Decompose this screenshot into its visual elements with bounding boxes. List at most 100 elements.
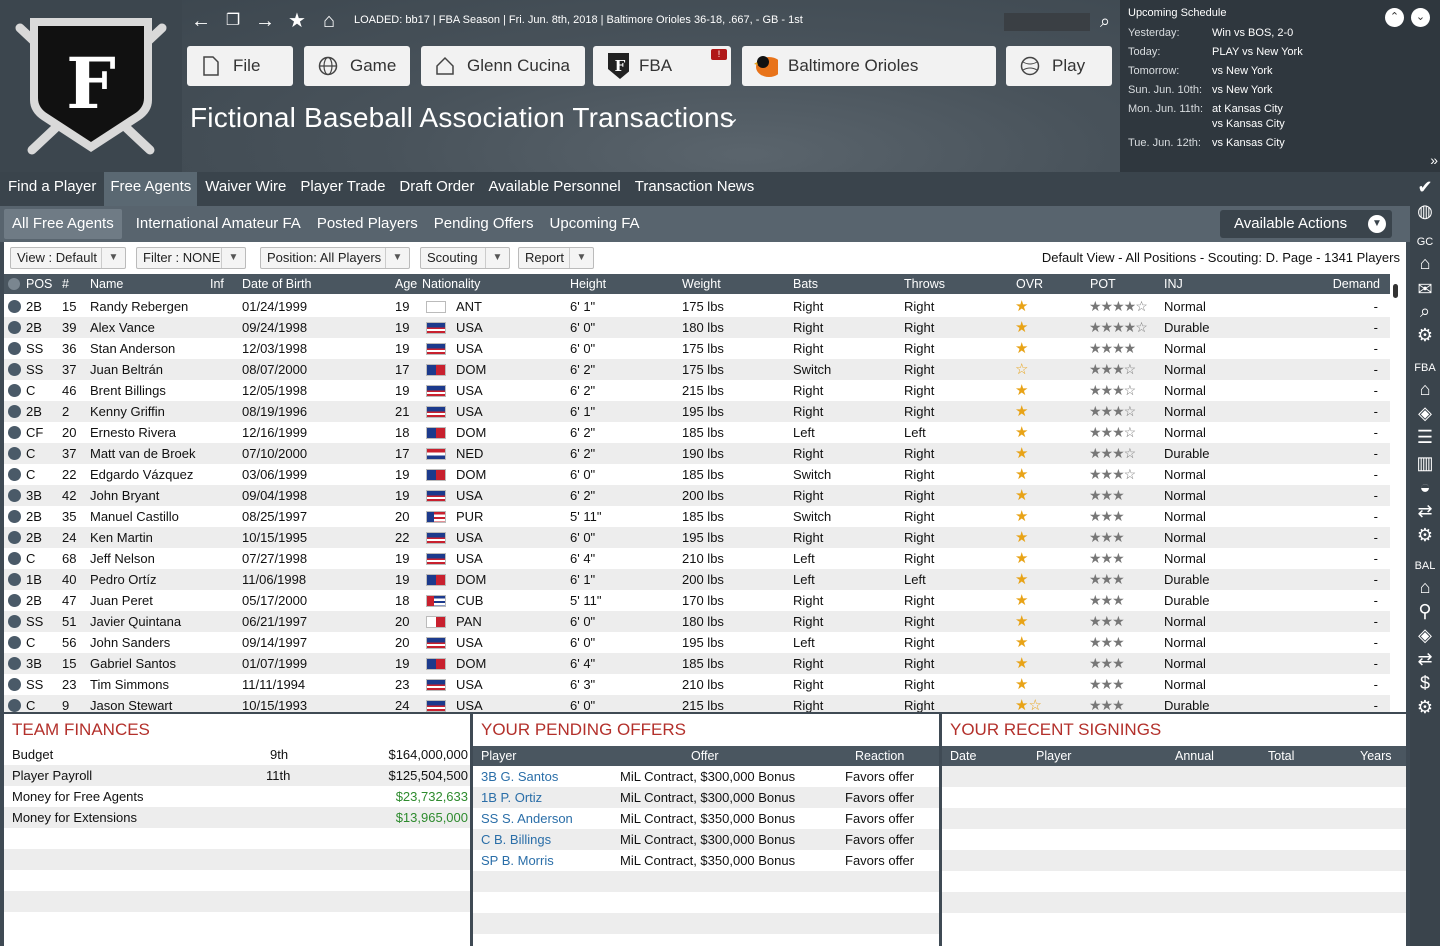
table-row[interactable]: C 9 Jason Stewart 10/15/1993 24 USA 6' 0" 215 l… — [4, 695, 1390, 712]
list-icon[interactable]: ☰ — [1412, 426, 1438, 448]
dollar-icon[interactable]: $ — [1412, 672, 1438, 694]
play-button[interactable]: Play — [1006, 46, 1112, 86]
cell-name[interactable]: John Bryant — [90, 488, 159, 503]
schedule-row[interactable]: Tomorrow: vs New York — [1128, 65, 1273, 77]
cell-name[interactable]: Stan Anderson — [90, 341, 175, 356]
cell-name[interactable]: Brent Billings — [90, 383, 166, 398]
tab-free-agents[interactable]: Free Agents — [104, 172, 198, 206]
col-name[interactable]: Name — [90, 277, 123, 291]
row-select-icon[interactable] — [8, 489, 21, 502]
row-select-icon[interactable] — [8, 531, 21, 544]
col-inf[interactable]: Inf — [210, 277, 224, 291]
col-weight[interactable]: Weight — [682, 277, 721, 291]
col-bats[interactable]: Bats — [793, 277, 818, 291]
manager-button[interactable]: Glenn Cucina — [421, 46, 585, 86]
home-icon[interactable]: ⌂ — [1412, 378, 1438, 400]
col-dob[interactable]: Date of Birth — [242, 277, 311, 291]
table-row[interactable]: 2B 2 Kenny Griffin 08/19/1996 21 USA 6' 1" 195 … — [4, 401, 1390, 422]
row-select-icon[interactable] — [8, 321, 21, 334]
row-select-icon[interactable] — [8, 615, 21, 628]
cell-name[interactable]: Javier Quintana — [90, 614, 181, 629]
check-circle-icon[interactable]: ✔ — [1412, 176, 1438, 198]
star-icon[interactable]: ★ — [284, 8, 310, 34]
home-icon[interactable]: ⌂ — [1412, 252, 1438, 274]
schedule-up-icon[interactable]: ⌃ — [1385, 8, 1404, 27]
table-row[interactable]: 1B 40 Pedro Ortíz 11/06/1998 19 DOM 6' 1" 200 l… — [4, 569, 1390, 590]
tab-find-a-player[interactable]: Find a Player — [2, 172, 102, 206]
col-throws[interactable]: Throws — [904, 277, 945, 291]
table-row[interactable]: 2B 15 Randy Rebergen 01/24/1999 19 ANT 6' 1" 17… — [4, 296, 1390, 317]
table-row[interactable]: 2B 35 Manuel Castillo 08/25/1997 20 PUR 5' 11"… — [4, 506, 1390, 527]
table-row[interactable]: C 68 Jeff Nelson 07/27/1998 19 USA 6' 4" 210 lb… — [4, 548, 1390, 569]
cell-name[interactable]: Matt van de Broek — [90, 446, 196, 461]
pending-offer-row[interactable]: SS S. Anderson MiL Contract, $350,000 Bon… — [473, 808, 939, 829]
col-pos[interactable]: POS — [26, 277, 52, 291]
schedule-down-icon[interactable]: ⌄ — [1411, 8, 1430, 27]
cell-name[interactable]: Pedro Ortíz — [90, 572, 156, 587]
file-button[interactable]: File — [187, 46, 293, 86]
cell-name[interactable]: Kenny Griffin — [90, 404, 165, 419]
table-row[interactable]: SS 37 Juan Beltrán 08/07/2000 17 DOM 6' 2" 175 … — [4, 359, 1390, 380]
row-select-icon[interactable] — [8, 510, 21, 523]
forward-arrow-icon[interactable]: → — [252, 8, 278, 34]
col-nationality[interactable]: Nationality — [422, 277, 480, 291]
tab-draft-order[interactable]: Draft Order — [393, 172, 480, 206]
home-icon[interactable]: ⌂ — [316, 8, 342, 34]
col-demand[interactable]: Demand — [1333, 277, 1380, 291]
tab-international-amateur-fa[interactable]: International Amateur FA — [128, 209, 309, 239]
row-select-icon[interactable] — [8, 342, 21, 355]
table-row[interactable]: 2B 24 Ken Martin 10/15/1995 22 USA 6' 0" 195 lb… — [4, 527, 1390, 548]
copy-icon[interactable]: ❐ — [220, 8, 246, 34]
row-select-icon[interactable] — [8, 699, 21, 712]
table-row[interactable]: SS 36 Stan Anderson 12/03/1998 19 USA 6' 0" 175… — [4, 338, 1390, 359]
table-row[interactable]: 2B 47 Juan Peret 05/17/2000 18 CUB 5' 11" 170 l… — [4, 590, 1390, 611]
pending-offer-row[interactable]: 3B G. Santos MiL Contract, $300,000 Bonus… — [473, 766, 939, 787]
back-arrow-icon[interactable]: ← — [188, 8, 214, 34]
row-select-icon[interactable] — [8, 363, 21, 376]
gear-icon[interactable]: ⚙ — [1412, 524, 1438, 546]
pending-offer-row[interactable]: SP B. Morris MiL Contract, $350,000 Bonus… — [473, 850, 939, 871]
filter-dropdown[interactable]: Filter : NONE ▼ — [136, 247, 246, 269]
globe-icon[interactable]: ◍ — [1412, 200, 1438, 222]
baseball-icon[interactable]: ◒ — [1412, 476, 1438, 498]
search-icon[interactable]: ⌕ — [1092, 8, 1118, 34]
diamond-icon[interactable]: ◈ — [1412, 624, 1438, 646]
game-button[interactable]: Game — [304, 46, 410, 86]
pending-offer-row[interactable]: 1B P. Ortiz MiL Contract, $300,000 Bonus F… — [473, 787, 939, 808]
tab-available-personnel[interactable]: Available Personnel — [482, 172, 626, 206]
schedule-row[interactable]: Yesterday: Win vs BOS, 2-0 — [1128, 27, 1293, 39]
available-actions-button[interactable]: Available Actions ▼ — [1220, 210, 1392, 238]
tab-all-free-agents[interactable]: All Free Agents — [4, 209, 122, 239]
row-select-icon[interactable] — [8, 300, 21, 313]
cell-name[interactable]: Jason Stewart — [90, 698, 172, 712]
table-scrollbar[interactable] — [1392, 284, 1400, 708]
mail-icon[interactable]: ✉ — [1412, 278, 1438, 300]
schedule-row[interactable]: Tue. Jun. 12th: vs Kansas City — [1128, 137, 1285, 149]
tab-waiver-wire[interactable]: Waiver Wire — [199, 172, 292, 206]
row-select-icon[interactable] — [8, 405, 21, 418]
table-row[interactable]: CF 20 Ernesto Rivera 12/16/1999 18 DOM 6' 2" 18… — [4, 422, 1390, 443]
table-row[interactable]: C 56 John Sanders 09/14/1997 20 USA 6' 0" 195 l… — [4, 632, 1390, 653]
row-select-icon[interactable] — [8, 636, 21, 649]
gear-icon[interactable]: ⚙ — [1412, 696, 1438, 718]
row-select-icon[interactable] — [8, 426, 21, 439]
table-row[interactable]: SS 23 Tim Simmons 11/11/1994 23 USA 6' 3" 210 l… — [4, 674, 1390, 695]
cell-name[interactable]: Tim Simmons — [90, 677, 169, 692]
cell-name[interactable]: Ernesto Rivera — [90, 425, 176, 440]
tab-upcoming-fa[interactable]: Upcoming FA — [542, 209, 648, 239]
home-icon[interactable]: ⌂ — [1412, 576, 1438, 598]
report-dropdown[interactable]: Report ▼ — [518, 247, 594, 269]
col-pot[interactable]: POT — [1090, 277, 1116, 291]
table-row[interactable]: 3B 15 Gabriel Santos 01/07/1999 19 DOM 6' 4" 18… — [4, 653, 1390, 674]
col-ovr[interactable]: OVR — [1016, 277, 1043, 291]
row-select-icon[interactable] — [8, 384, 21, 397]
row-select-icon[interactable] — [8, 552, 21, 565]
row-select-icon[interactable] — [8, 594, 21, 607]
row-select-icon[interactable] — [8, 573, 21, 586]
cell-name[interactable]: Randy Rebergen — [90, 299, 188, 314]
row-select-icon[interactable] — [8, 678, 21, 691]
cell-name[interactable]: John Sanders — [90, 635, 170, 650]
transfer-icon[interactable]: ⇄ — [1412, 500, 1438, 522]
table-row[interactable]: 2B 39 Alex Vance 09/24/1998 19 USA 6' 0" 180 lb… — [4, 317, 1390, 338]
col-inj[interactable]: INJ — [1164, 277, 1183, 291]
